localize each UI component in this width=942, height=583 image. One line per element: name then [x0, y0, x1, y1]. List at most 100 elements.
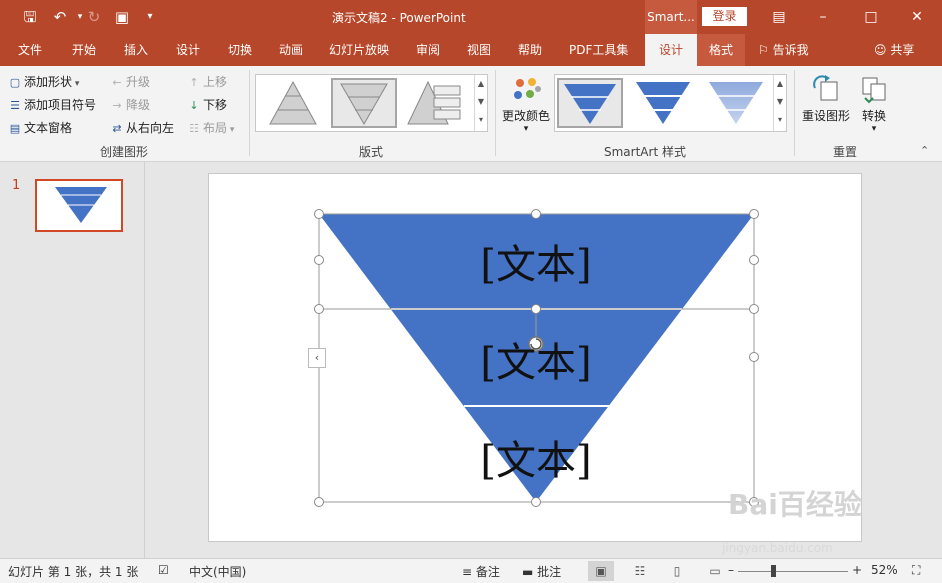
convert-button[interactable]: 转换 ▾	[855, 74, 893, 134]
style-white-outline-option[interactable]	[630, 78, 696, 128]
promote-button[interactable]: ← 升级	[110, 73, 150, 90]
ribbon-display-icon[interactable]: ▤	[768, 7, 790, 27]
styles-gallery-scroll[interactable]: ▲ ▼ ▾	[773, 75, 786, 131]
normal-view-icon[interactable]: ▣	[588, 561, 614, 581]
slide-thumbnail[interactable]	[35, 179, 123, 232]
more-icon[interactable]: ▾	[475, 111, 487, 129]
tab-insert[interactable]: 插入	[118, 34, 154, 66]
spellcheck-icon[interactable]: ☑	[158, 563, 169, 577]
change-colors-label: 更改颜色	[501, 109, 550, 123]
move-down-label: 下移	[203, 98, 228, 112]
scroll-down-icon[interactable]: ▼	[774, 93, 786, 111]
layout-button[interactable]: ☷ 布局 ▾	[187, 119, 234, 136]
resize-handle[interactable]	[749, 352, 759, 362]
funnel-text-2[interactable]: [文本]	[436, 330, 636, 388]
layout-pyramid-list-option[interactable]	[404, 78, 470, 128]
layouts-gallery-scroll[interactable]: ▲ ▼ ▾	[474, 75, 487, 131]
zoom-out-icon[interactable]: –	[728, 563, 734, 577]
resize-handle[interactable]	[314, 209, 324, 219]
tab-transitions[interactable]: 切换	[222, 34, 258, 66]
resize-handle[interactable]	[749, 304, 759, 314]
zoom-slider-thumb[interactable]	[771, 565, 776, 577]
tab-smartart-design[interactable]: 设计	[645, 34, 697, 67]
reading-view-icon[interactable]: ▯	[664, 561, 690, 581]
slideshow-view-icon[interactable]: ▭	[702, 561, 728, 581]
style-gradient-option[interactable]	[703, 78, 769, 128]
maximize-icon[interactable]: □	[860, 7, 882, 27]
resize-handle[interactable]	[531, 304, 541, 314]
scroll-down-icon[interactable]: ▼	[475, 93, 487, 111]
ribbon: ▢ 添加形状 ▾ ☰ 添加项目符号 ▤ 文本窗格 ← 升级 → 降级 ⇄ 从右向左 ↑ 上移 …	[0, 66, 942, 162]
group-separator	[495, 70, 496, 156]
redo-icon[interactable]: ↻	[84, 7, 104, 27]
comments-button[interactable]: ▬ 批注	[522, 563, 561, 580]
add-bullet-label: 添加项目符号	[24, 98, 97, 112]
style-simple-fill-option[interactable]	[557, 78, 623, 128]
user-icon: ☺	[874, 43, 891, 57]
group-label-smartart-styles: SmartArt 样式	[604, 145, 686, 159]
text-pane-button[interactable]: ▤ 文本窗格	[8, 119, 72, 136]
login-button[interactable]: 登录	[702, 7, 747, 26]
fit-to-window-icon[interactable]: ⛶	[912, 563, 920, 578]
layout-inverted-pyramid-option[interactable]	[331, 78, 397, 128]
tab-smartart-format[interactable]: 格式	[697, 34, 745, 66]
resize-handle[interactable]	[314, 304, 324, 314]
language-indicator[interactable]: 中文(中国)	[189, 563, 246, 580]
tab-view[interactable]: 视图	[461, 34, 497, 66]
zoom-level[interactable]: 52%	[871, 563, 898, 577]
resize-handle[interactable]	[531, 209, 541, 219]
tab-review[interactable]: 审阅	[410, 34, 446, 66]
notes-button[interactable]: ≡ 备注	[462, 563, 500, 580]
context-tab-header: Smart...	[645, 0, 697, 34]
arrow-up-icon: ↑	[189, 76, 199, 89]
tab-help[interactable]: 帮助	[512, 34, 548, 66]
funnel-text-3[interactable]: [文本]	[436, 428, 636, 486]
text-pane-toggle-icon[interactable]: ‹	[308, 348, 326, 368]
reset-graphic-icon	[813, 75, 838, 101]
tab-pdf-tools[interactable]: PDF工具集	[563, 34, 634, 66]
tab-file[interactable]: 文件	[12, 34, 48, 66]
slide-sorter-icon[interactable]: ☷	[627, 561, 653, 581]
right-to-left-button[interactable]: ⇄ 从右向左	[110, 119, 174, 136]
slideshow-icon[interactable]: ▣	[112, 7, 132, 27]
resize-handle[interactable]	[749, 255, 759, 265]
zoom-slider[interactable]	[738, 571, 848, 572]
resize-handle[interactable]	[314, 497, 324, 507]
funnel-text-1[interactable]: [文本]	[436, 232, 636, 290]
reset-graphic-button[interactable]: 重设图形	[800, 74, 852, 124]
move-down-button[interactable]: ↓ 下移	[187, 96, 227, 113]
resize-handle[interactable]	[749, 209, 759, 219]
share-label: 共享	[890, 43, 915, 57]
window-title: 演示文稿2 - PowerPoint	[332, 11, 466, 25]
change-colors-button[interactable]: 更改颜色 ▾	[500, 74, 552, 134]
tell-me-box[interactable]: ⚐ 告诉我	[752, 34, 815, 66]
more-icon[interactable]: ▾	[774, 111, 786, 129]
zoom-in-icon[interactable]: +	[852, 563, 862, 577]
scroll-up-icon[interactable]: ▲	[774, 75, 786, 93]
save-icon[interactable]: 🖫	[20, 7, 40, 27]
minimize-icon[interactable]: –	[812, 7, 834, 27]
move-up-button[interactable]: ↑ 上移	[187, 73, 227, 90]
arrow-left-icon: ←	[112, 76, 122, 89]
share-button[interactable]: ☺ 共享	[868, 34, 920, 66]
tab-home[interactable]: 开始	[66, 34, 102, 66]
collapse-ribbon-icon[interactable]: ⌃	[920, 144, 929, 157]
tab-design[interactable]: 设计	[170, 34, 206, 66]
resize-handle[interactable]	[531, 497, 541, 507]
undo-icon[interactable]: ↶	[50, 7, 70, 27]
reset-graphic-label: 重设图形	[801, 109, 850, 123]
notes-icon: ≡	[462, 565, 476, 579]
layout-pyramid-option[interactable]	[260, 78, 326, 128]
close-icon[interactable]: ✕	[906, 7, 928, 27]
tab-animations[interactable]: 动画	[273, 34, 309, 66]
demote-button[interactable]: → 降级	[110, 96, 150, 113]
resize-handle[interactable]	[314, 255, 324, 265]
pyramid-list-layout-icon	[407, 80, 461, 125]
add-shape-icon: ▢	[9, 76, 21, 89]
slide-number: 1	[12, 178, 21, 193]
customize-icon[interactable]: ▾	[140, 7, 160, 27]
add-shape-button[interactable]: ▢ 添加形状 ▾	[8, 73, 80, 90]
add-bullet-button[interactable]: ☰ 添加项目符号	[8, 96, 96, 113]
tab-slideshow[interactable]: 幻灯片放映	[323, 34, 395, 66]
scroll-up-icon[interactable]: ▲	[475, 75, 487, 93]
